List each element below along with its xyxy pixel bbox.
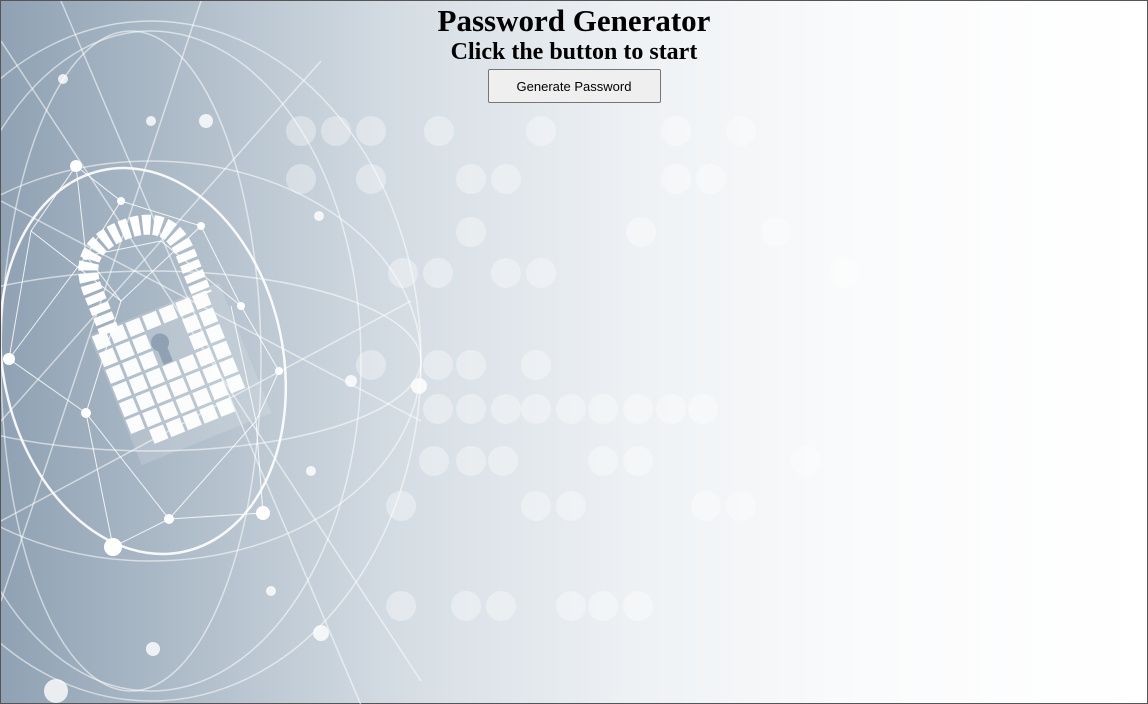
security-background-art (1, 1, 859, 704)
page-subtitle: Click the button to start (450, 39, 698, 65)
page-title: Password Generator (437, 3, 711, 38)
main-content: Password Generator Click the button to s… (1, 1, 1147, 103)
generate-password-button[interactable]: Generate Password (487, 69, 661, 103)
